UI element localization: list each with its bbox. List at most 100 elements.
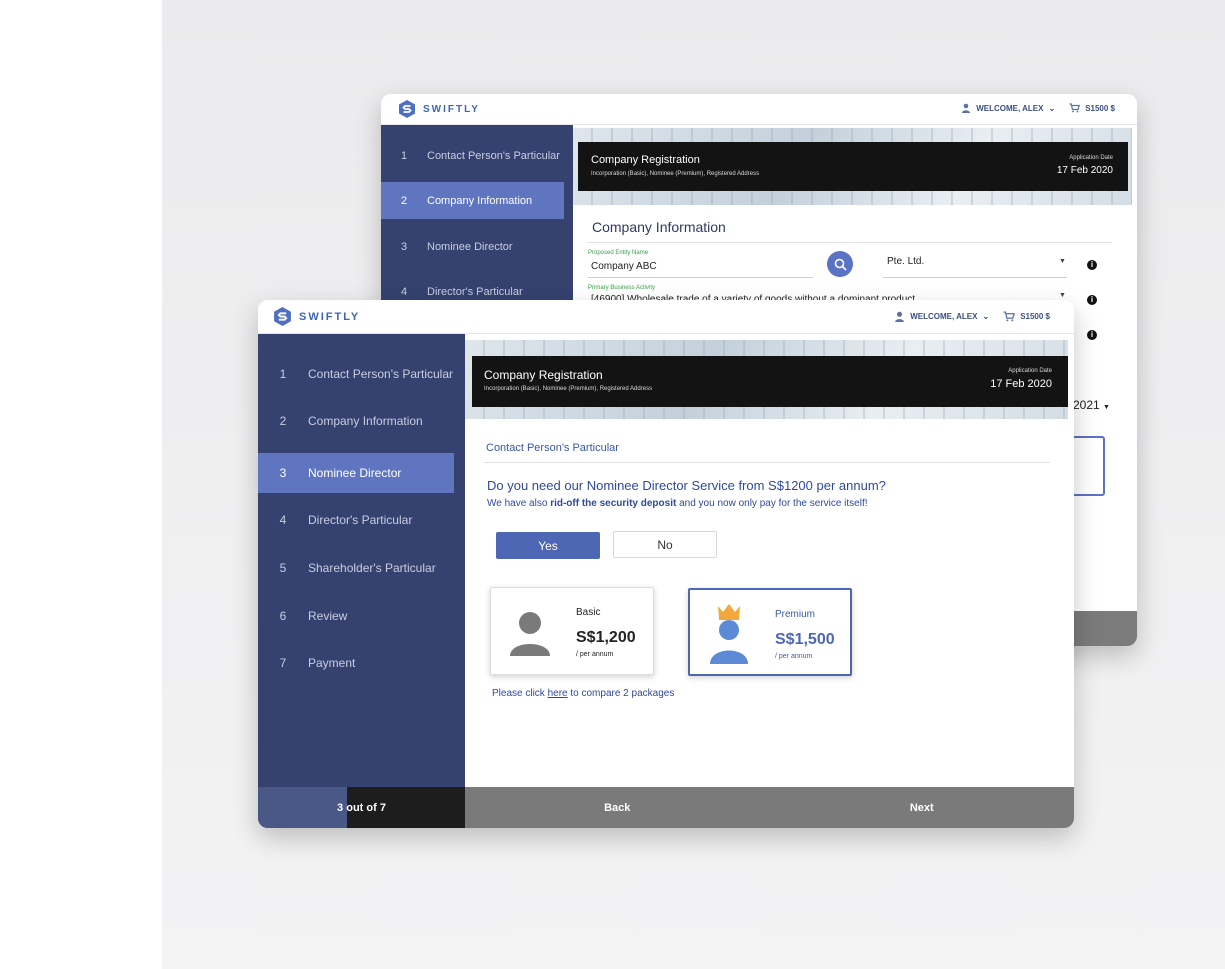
entity-name-label: Proposed Entity Name [588, 250, 649, 256]
hero-title-bar: Company Registration Incorporation (Basi… [578, 142, 1128, 191]
subtext-pre: We have also [487, 498, 551, 509]
cart-button[interactable]: S1500 $ [1003, 311, 1050, 322]
account-menu[interactable]: WELCOME, ALEX ⌄ [961, 103, 1055, 113]
plan-price: S$1,500 [775, 631, 835, 648]
brand-logo[interactable]: SWIFTLY [272, 306, 360, 327]
plan-name: Premium [775, 609, 816, 620]
user-icon [962, 103, 971, 113]
compare-link[interactable]: here [548, 688, 568, 699]
step-number: 1 [279, 367, 287, 381]
chevron-down-icon: ⌄ [1048, 103, 1056, 113]
cart-button[interactable]: S1500 $ [1069, 103, 1115, 113]
plan-price: S$1,200 [576, 629, 636, 646]
hero-title-bar: Company Registration Incorporation (Basi… [472, 356, 1068, 407]
welcome-text: WELCOME, ALEX [976, 103, 1044, 113]
step-label: Shareholder's Particular [308, 561, 436, 575]
step-number: 3 [400, 240, 408, 253]
entity-name-input[interactable]: Company ABC [591, 261, 657, 272]
sidebar-step-3[interactable]: 3 Nominee Director [381, 228, 564, 265]
info-icon[interactable]: i [1087, 260, 1097, 270]
date-year-fragment: 2021 [1073, 398, 1100, 412]
selected-card-fragment[interactable] [1073, 436, 1105, 496]
step-label: Director's Particular [427, 285, 523, 298]
step-label: Company Information [308, 414, 423, 428]
section-title: Company Information [592, 219, 726, 235]
step-label: Nominee Director [427, 240, 513, 253]
step-number: 1 [400, 149, 408, 162]
hero-subtitle: Incorporation (Basic), Nominee (Premium)… [484, 386, 653, 392]
dropdown-caret-icon: ▼ [1059, 258, 1066, 265]
hero-title: Company Registration [484, 368, 603, 382]
cart-icon [1069, 103, 1081, 113]
top-bar: SWIFTLY WELCOME, ALEX ⌄ S1500 $ [381, 94, 1137, 125]
step-label: Director's Particular [308, 513, 413, 527]
plan-name: Basic [576, 607, 601, 618]
sidebar-step-7[interactable]: 7 Payment [258, 643, 454, 683]
crowned-user-icon [710, 604, 748, 664]
application-date-value: 17 Feb 2020 [1056, 165, 1113, 176]
entity-type-select[interactable]: Pte. Ltd. [887, 256, 924, 267]
hero-title: Company Registration [591, 154, 700, 166]
select-underline [883, 277, 1067, 278]
cart-total: S1500 $ [1085, 103, 1115, 113]
plan-card-premium-selected[interactable]: Premium S$1,500 / per annum [688, 588, 852, 676]
search-button[interactable] [827, 251, 853, 277]
next-button[interactable]: Next [769, 787, 1074, 828]
step-label: Contact Person's Particular [308, 367, 454, 381]
step-label: Nominee Director [308, 466, 402, 480]
sidebar-step-1[interactable]: 1 Contact Person's Particular [381, 137, 564, 174]
compare-pre: Please click [492, 688, 548, 699]
step-number: 4 [279, 513, 287, 527]
front-window: SWIFTLY WELCOME, ALEX ⌄ S1500 $ 1 Contac [258, 300, 1074, 828]
step-label: Payment [308, 656, 356, 670]
step-progress: 3 out of 7 [258, 787, 465, 828]
yes-button[interactable]: Yes [496, 532, 600, 559]
sidebar-step-6[interactable]: 6 Review [258, 596, 454, 636]
progress-text: 3 out of 7 [337, 801, 386, 814]
step-label: Contact Person's Particular [427, 149, 560, 162]
brand-name: SWIFTLY [299, 310, 361, 323]
account-menu[interactable]: WELCOME, ALEX ⌄ [894, 311, 989, 322]
plan-period: / per annum [775, 653, 813, 660]
plan-card-basic[interactable]: Basic S$1,200 / per annum [490, 587, 654, 675]
user-icon [510, 612, 550, 656]
compare-packages-text: Please click here to compare 2 packages [492, 688, 674, 699]
back-button[interactable]: Back [465, 787, 770, 828]
hero-banner: Company Registration Incorporation (Basi… [573, 128, 1132, 205]
application-date-label: Application Date [1008, 368, 1052, 374]
header-actions: WELCOME, ALEX ⌄ S1500 $ [961, 103, 1115, 113]
dropdown-caret-icon: ▼ [1059, 292, 1066, 299]
footer-bar: 3 out of 7 Back Next [258, 787, 1074, 828]
no-button[interactable]: No [613, 531, 717, 558]
top-bar: SWIFTLY WELCOME, ALEX ⌄ S1500 $ [258, 300, 1074, 334]
hero-subtitle: Incorporation (Basic), Nominee (Premium)… [591, 171, 760, 177]
step-number: 6 [279, 609, 287, 623]
incorporation-date-select[interactable]: 2021 ▼ [1073, 398, 1110, 412]
divider [587, 242, 1112, 243]
dropdown-caret-icon: ▼ [1103, 404, 1110, 411]
sidebar-step-4[interactable]: 4 Director's Particular [258, 500, 454, 540]
sidebar-step-5[interactable]: 5 Shareholder's Particular [258, 548, 454, 588]
step-number: 2 [279, 414, 287, 428]
sidebar-step-1[interactable]: 1 Contact Person's Particular [258, 354, 454, 394]
breadcrumb[interactable]: Contact Person's Particular [486, 442, 619, 454]
brand-logo[interactable]: SWIFTLY [397, 99, 480, 119]
sidebar-step-3-active[interactable]: 3 Nominee Director [258, 453, 454, 493]
sidebar: 1 Contact Person's Particular 2 Company … [258, 334, 465, 787]
sidebar-step-2[interactable]: 2 Company Information [258, 401, 454, 441]
step-number: 7 [279, 656, 287, 670]
swiftly-logo-icon [274, 307, 291, 326]
subtext-post: and you now only pay for the service its… [676, 498, 868, 509]
nominee-subtext: We have also rid-off the security deposi… [487, 498, 868, 509]
application-date-label: Application Date [1069, 155, 1113, 161]
divider [484, 462, 1050, 463]
progress-fill [258, 787, 347, 828]
info-icon[interactable]: i [1087, 295, 1097, 305]
step-number: 4 [400, 285, 408, 298]
step-number: 3 [279, 466, 287, 480]
info-icon[interactable]: i [1087, 330, 1097, 340]
sidebar-step-2-active[interactable]: 2 Company Information [381, 182, 564, 219]
user-icon [895, 311, 905, 322]
compare-post: to compare 2 packages [567, 688, 675, 699]
welcome-text: WELCOME, ALEX [910, 312, 978, 321]
